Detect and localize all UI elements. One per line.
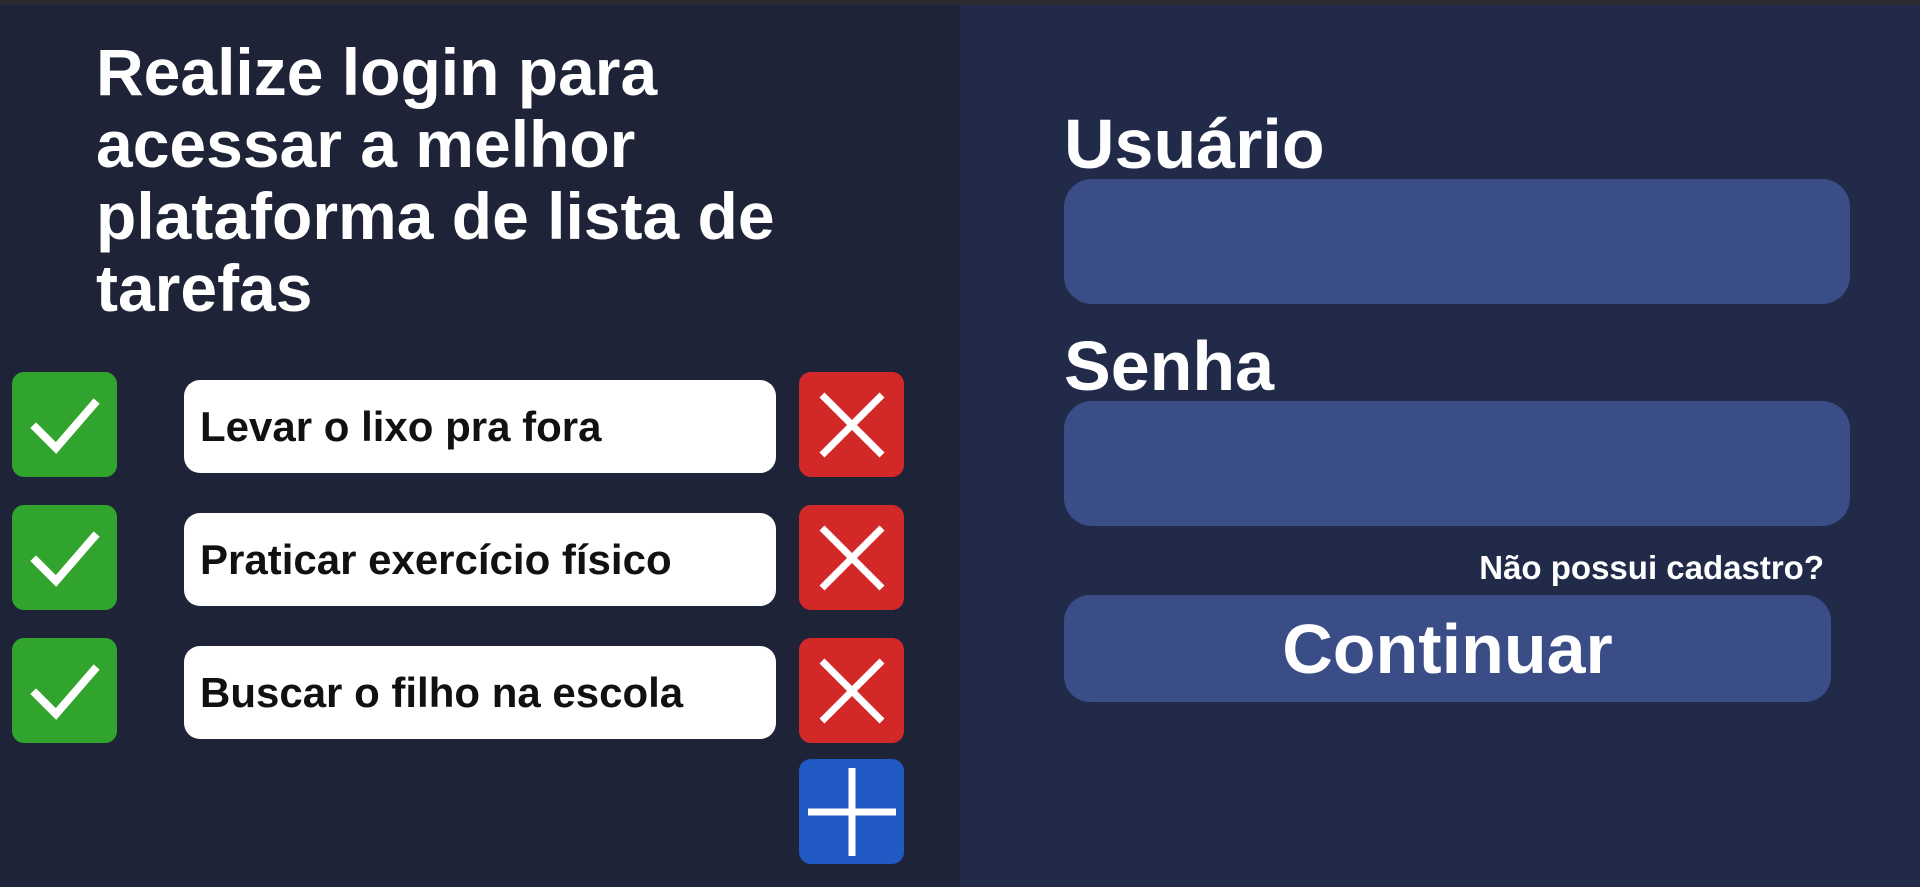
- continue-button[interactable]: Continuar: [1064, 595, 1831, 702]
- check-icon: [29, 530, 100, 587]
- delete-task-button[interactable]: [799, 505, 904, 610]
- task-text[interactable]: Buscar o filho na escola: [184, 646, 776, 739]
- complete-task-button[interactable]: [12, 505, 117, 610]
- task-text[interactable]: Praticar exercício físico: [184, 513, 776, 606]
- task-row: Buscar o filho na escola: [0, 638, 960, 743]
- add-task-button[interactable]: [799, 759, 904, 864]
- page: Realize login para acessar a melhor plat…: [0, 0, 1920, 887]
- check-icon: [29, 397, 100, 454]
- complete-task-button[interactable]: [12, 372, 117, 477]
- close-icon: [819, 525, 884, 590]
- complete-task-button[interactable]: [12, 638, 117, 743]
- check-icon: [29, 663, 100, 720]
- username-label: Usuário: [1064, 105, 1325, 183]
- password-input[interactable]: [1064, 401, 1850, 526]
- password-label: Senha: [1064, 327, 1275, 405]
- close-icon: [819, 392, 884, 457]
- delete-task-button[interactable]: [799, 372, 904, 477]
- task-text[interactable]: Levar o lixo pra fora: [184, 380, 776, 473]
- task-row: Levar o lixo pra fora: [0, 372, 960, 477]
- username-input[interactable]: [1064, 179, 1850, 304]
- headline: Realize login para acessar a melhor plat…: [96, 35, 775, 325]
- delete-task-button[interactable]: [799, 638, 904, 743]
- signup-link[interactable]: Não possui cadastro?: [1300, 548, 1824, 588]
- close-icon: [819, 658, 884, 723]
- task-row: Praticar exercício físico: [0, 505, 960, 610]
- plus-icon: [807, 767, 896, 856]
